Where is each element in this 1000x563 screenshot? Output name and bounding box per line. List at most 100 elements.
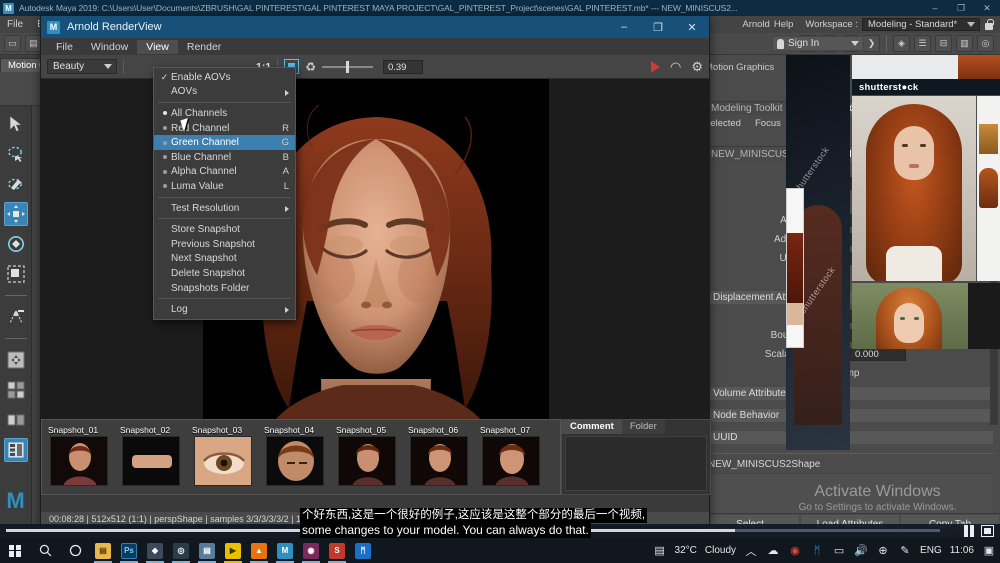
arnold-maximize-button[interactable]: ❐	[641, 16, 675, 38]
tab-comment[interactable]: Comment	[562, 420, 622, 434]
snapshot-item[interactable]: Snapshot_04	[262, 425, 330, 488]
chevron-up-icon[interactable]: ︿	[744, 544, 758, 558]
loop-icon[interactable]: ◠	[670, 59, 681, 75]
notification-icon[interactable]: ▣	[982, 544, 996, 558]
menu-item-test-resolution[interactable]: Test Resolution	[154, 201, 295, 216]
menu-item-blue-channel[interactable]: Blue Channel B	[154, 150, 295, 165]
maya-menu-arnold[interactable]: Arnold	[742, 19, 769, 30]
universal-manipulator-icon[interactable]	[4, 305, 28, 329]
refresh-icon[interactable]: ♻	[305, 60, 316, 74]
rotate-tool-icon[interactable]	[4, 232, 28, 256]
snapshot-thumbnail[interactable]	[50, 436, 108, 486]
taskbar-app-maya[interactable]: M	[272, 538, 298, 563]
taskbar-app-media-player[interactable]: ▶	[220, 538, 246, 563]
maya-menu-help[interactable]: Help	[774, 19, 794, 30]
taskbar-app-notepad[interactable]: ▤	[194, 538, 220, 563]
tab-modeling-toolkit[interactable]: Modeling Toolkit	[702, 101, 792, 115]
maya-minimize-button[interactable]: –	[922, 0, 948, 16]
snapshot-item[interactable]: Snapshot_01	[46, 425, 114, 488]
battery-icon[interactable]: ▭	[832, 544, 846, 558]
snapshot-thumbnail[interactable]	[338, 436, 396, 486]
snapshot-item[interactable]: Snapshot_05	[334, 425, 402, 488]
scalar-zero-value-field[interactable]: 0.000	[850, 348, 906, 361]
view-dropdown-menu[interactable]: ✓ Enable AOVs AOVs All Channels Red Chan…	[153, 67, 296, 320]
menu-item-red-channel[interactable]: Red Channel R	[154, 121, 295, 136]
menu-item-next-snapshot[interactable]: Next Snapshot	[154, 252, 295, 267]
menu-item-enable-aovs[interactable]: ✓ Enable AOVs	[154, 70, 295, 85]
snapshot-item[interactable]: Snapshot_06	[406, 425, 474, 488]
menu-item-delete-snapshot[interactable]: Delete Snapshot	[154, 266, 295, 281]
taskbar-app-bluetooth[interactable]: ᛗ	[350, 538, 376, 563]
language-indicator[interactable]: ENG	[920, 545, 942, 556]
maya-window-controls[interactable]: – ❐ ✕	[922, 0, 1000, 16]
section-volume-attributes[interactable]: Volume Attributes	[706, 386, 994, 401]
taskbar-app-zbrush[interactable]: ◎	[168, 538, 194, 563]
arnold-window-controls[interactable]: – ❐ ✕	[607, 16, 709, 38]
help-line-icon[interactable]: ◎	[977, 35, 994, 52]
cortana-circle-icon[interactable]	[60, 538, 90, 563]
pen-icon[interactable]: ✎	[898, 544, 912, 558]
maya-maximize-button[interactable]: ❐	[948, 0, 974, 16]
reference-image-narrow-strip[interactable]	[786, 188, 804, 348]
pause-icon[interactable]	[963, 525, 974, 537]
reference-image-dark-thumb[interactable]	[968, 283, 1000, 349]
windows-start-icon[interactable]	[0, 538, 30, 563]
reference-image-top-strip[interactable]	[852, 55, 1000, 79]
scale-tool-icon[interactable]	[4, 262, 28, 286]
exposure-value-field[interactable]: 0.39	[382, 59, 423, 74]
snapshot-thumbnail[interactable]	[266, 436, 324, 486]
snapshot-thumbnail[interactable]	[410, 436, 468, 486]
workspace-select[interactable]: Modeling - Standard*	[862, 18, 980, 31]
snapshot-thumbnail[interactable]	[122, 436, 180, 486]
menu-item-aovs[interactable]: AOVs	[154, 85, 295, 100]
node-editor-icon[interactable]: ⊟	[935, 35, 952, 52]
taskbar-app-photoshop[interactable]: Ps	[116, 538, 142, 563]
taskbar-app-snipping-tool[interactable]: S	[324, 538, 350, 563]
arnold-title-bar[interactable]: M Arnold RenderView – ❐ ✕	[41, 16, 709, 38]
bluetooth-icon[interactable]: ᛗ	[810, 544, 824, 558]
menu-item-snapshots-folder[interactable]: Snapshots Folder	[154, 281, 295, 296]
aov-select[interactable]: Beauty	[47, 59, 117, 74]
attribute-editor-icon[interactable]: ▥	[956, 35, 973, 52]
paint-select-tool-icon[interactable]	[4, 172, 28, 196]
outliner-icon[interactable]: ☰	[914, 35, 931, 52]
menu-item-store-snapshot[interactable]: Store Snapshot	[154, 222, 295, 237]
snapshot-thumbnail[interactable]	[482, 436, 540, 486]
menu-item-log[interactable]: Log	[154, 302, 295, 317]
news-weather-icon[interactable]: ▤	[653, 544, 667, 558]
section-uuid[interactable]: UUID	[706, 430, 994, 445]
network-icon[interactable]: ⊕	[876, 544, 890, 558]
reference-image-redhead-portrait[interactable]	[852, 96, 976, 281]
layout-outliner-persp-icon[interactable]	[3, 438, 28, 462]
ae-menu-focus[interactable]: Focus	[755, 118, 781, 129]
lasso-tool-icon[interactable]	[4, 142, 28, 166]
menu-item-previous-snapshot[interactable]: Previous Snapshot	[154, 237, 295, 252]
menu-item-all-channels[interactable]: All Channels	[154, 106, 295, 121]
beats-icon[interactable]: ◉	[788, 544, 802, 558]
menu-item-green-channel[interactable]: Green Channel G	[154, 135, 295, 150]
lock-icon[interactable]	[984, 18, 994, 31]
layout-two-pane-icon[interactable]	[4, 408, 28, 432]
tab-folder[interactable]: Folder	[621, 420, 665, 434]
reference-image-side-thumb[interactable]	[977, 96, 1000, 281]
snapshot-item[interactable]: Snapshot_02	[118, 425, 186, 488]
weather-description[interactable]: Cloudy	[705, 545, 736, 556]
layout-four-view-icon[interactable]	[4, 378, 28, 402]
arnold-menu-window[interactable]: Window	[82, 40, 137, 54]
snapshot-item[interactable]: Snapshot_07	[478, 425, 546, 488]
maya-close-button[interactable]: ✕	[974, 0, 1000, 16]
taskbar-app-substance-painter[interactable]: ◆	[142, 538, 168, 563]
clock-time[interactable]: 11:06	[950, 545, 974, 556]
gear-icon[interactable]: ⚙	[691, 59, 703, 75]
arnold-minimize-button[interactable]: –	[607, 16, 641, 38]
exposure-slider[interactable]	[321, 60, 373, 73]
reference-image-green-background[interactable]	[852, 283, 968, 349]
layout-single-icon[interactable]	[4, 348, 28, 372]
weather-temperature[interactable]: 32°C	[675, 545, 697, 556]
snapshot-item[interactable]: Snapshot_03	[190, 425, 258, 488]
new-scene-icon[interactable]: ▭	[4, 35, 21, 52]
render-settings-icon[interactable]: ❯	[863, 35, 880, 52]
search-icon[interactable]	[30, 538, 60, 563]
taskbar-app-file-explorer[interactable]: ▤	[90, 538, 116, 563]
comment-textarea[interactable]	[565, 436, 707, 491]
